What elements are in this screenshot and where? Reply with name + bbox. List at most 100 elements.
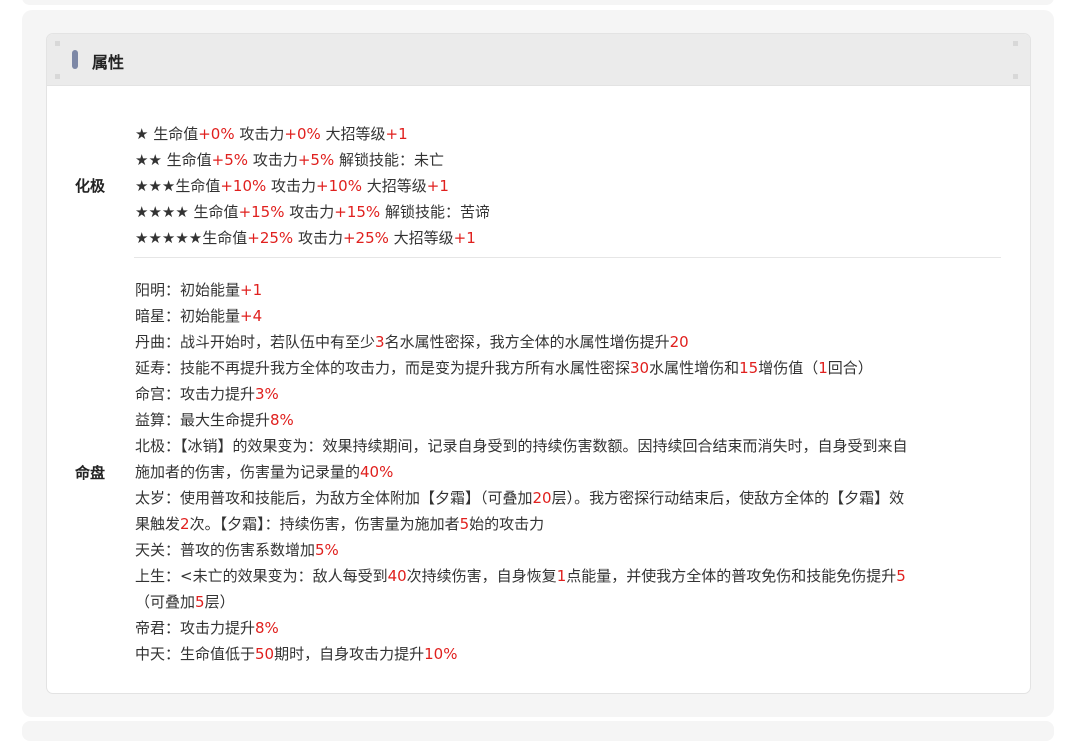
value-highlight: 8% xyxy=(255,619,279,637)
value-highlight: 5 xyxy=(195,593,205,611)
attribute-line: 帝君：攻击力提升8% xyxy=(135,615,908,641)
section-label: 化极 xyxy=(75,177,106,195)
text-segment: 大招等级 xyxy=(361,176,427,195)
value-highlight: +0% xyxy=(198,124,235,143)
text-segment: 益算：最大生命提升 xyxy=(135,411,271,429)
attribute-line: 果触发2次。【夕霜】：持续伤害，伤害量为施加者5始的攻击力 xyxy=(135,511,908,537)
value-highlight: 1 xyxy=(818,359,828,377)
value-highlight: +25% xyxy=(342,228,389,247)
text-segment: （可叠加 xyxy=(135,593,196,611)
value-highlight: 5 xyxy=(896,567,906,585)
text-segment: 期时，自身攻击力提升 xyxy=(274,645,425,663)
text-segment: ★★★生命值 xyxy=(135,176,221,195)
value-highlight: +5% xyxy=(211,150,249,169)
value-highlight: 2 xyxy=(180,515,190,533)
value-highlight: +10% xyxy=(220,176,267,195)
value-highlight: 40% xyxy=(360,463,394,481)
text-segment: 大招等级 xyxy=(320,124,386,143)
value-highlight: +25% xyxy=(247,228,294,247)
text-segment: 延寿：技能不再提升我方全体的攻击力，而是变为提升我方所有水属性密探 xyxy=(135,359,631,377)
value-highlight: +1 xyxy=(453,228,476,247)
previous-panel xyxy=(22,0,1054,5)
attribute-line: 施加者的伤害，伤害量为记录量的40% xyxy=(135,459,908,485)
text-segment: 帝君：攻击力提升 xyxy=(135,619,256,637)
text-segment: 次。【夕霜】：持续伤害，伤害量为施加者 xyxy=(189,515,460,533)
value-highlight: +15% xyxy=(334,202,381,221)
attribute-line: 太岁：使用普攻和技能后，为敌方全体附加【夕霜】（可叠加20层）。我方密探行动结束… xyxy=(135,485,908,511)
corner-dot xyxy=(55,74,60,79)
attribute-line: 延寿：技能不再提升我方全体的攻击力，而是变为提升我方所有水属性密探30水属性增伤… xyxy=(135,355,908,381)
text-segment: 点能量，并使我方全体的普攻免伤和技能免伤提升 xyxy=(566,567,897,585)
text-segment: 水属性增伤和 xyxy=(649,359,740,377)
value-highlight: +15% xyxy=(238,202,285,221)
value-highlight: 30 xyxy=(630,359,650,377)
attribute-line: 阳明：初始能量+1 xyxy=(135,277,908,303)
card-title: 属性 xyxy=(92,53,125,72)
card-header: 属性 xyxy=(47,34,1030,86)
section-label: 命盘 xyxy=(75,463,106,482)
value-highlight: 3 xyxy=(375,333,385,351)
attribute-line: 上生：<未亡的效果变为：敌人每受到40次持续伤害，自身恢复1点能量，并使我方全体… xyxy=(135,563,908,589)
text-segment: 始的攻击力 xyxy=(469,515,545,533)
text-segment: 回合） xyxy=(827,359,873,377)
corner-dot xyxy=(1013,41,1018,46)
text-segment: 太岁：使用普攻和技能后，为敌方全体附加【夕霜】（可叠加 xyxy=(135,489,533,507)
value-highlight: +4 xyxy=(240,307,263,325)
text-segment: ★★★★★生命值 xyxy=(135,228,248,247)
value-highlight: 50 xyxy=(255,645,275,663)
text-segment: 丹曲：战斗开始时，若队伍中有至少 xyxy=(135,333,376,351)
text-segment: 命宫：攻击力提升 xyxy=(135,385,256,403)
value-highlight: 8% xyxy=(270,411,294,429)
attribute-line: 丹曲：战斗开始时，若队伍中有至少3名水属性密探，我方全体的水属性增伤提升20 xyxy=(135,329,908,355)
text-segment: 中天：生命值低于 xyxy=(135,645,256,663)
corner-dot xyxy=(1013,74,1018,79)
text-segment: 天关：普攻的伤害系数增加 xyxy=(135,541,316,559)
text-segment: 攻击力 xyxy=(293,228,343,247)
value-highlight: 1 xyxy=(556,567,567,585)
value-highlight: +1 xyxy=(385,124,408,143)
text-segment: ★ 生命值 xyxy=(135,124,199,143)
text-segment: 解锁技能：未亡 xyxy=(334,150,444,169)
value-highlight: +10% xyxy=(316,176,362,195)
value-highlight: 20 xyxy=(669,333,689,351)
attribute-line: （可叠加5层） xyxy=(135,589,908,615)
text-segment: 暗星：初始能量 xyxy=(135,307,241,325)
section-mingpan: 命盘 阳明：初始能量+1 暗星：初始能量+4 丹曲：战斗开始时，若队伍中有至少3名水… xyxy=(47,276,1030,668)
text-segment: 层） xyxy=(204,593,235,611)
attribute-line: 天关：普攻的伤害系数增加5% xyxy=(135,537,908,563)
attributes-card: 属性 化极 ★ 生命值+0% 攻击力+0% 大招等级+1 ★★ 生命值+5% 攻击… xyxy=(46,33,1031,694)
text-segment: 层）。我方密探行动结束后，使敌方全体的【夕霜】效 xyxy=(551,489,905,507)
section-lines: ★ 生命值+0% 攻击力+0% 大招等级+1 ★★ 生命值+5% 攻击力+5% 解… xyxy=(135,121,490,251)
text-segment: 名水属性密探，我方全体的水属性增伤提升 xyxy=(384,333,670,351)
text-segment: 大招等级 xyxy=(388,228,454,247)
text-segment: 攻击力 xyxy=(248,150,298,169)
section-lines: 阳明：初始能量+1 暗星：初始能量+4 丹曲：战斗开始时，若队伍中有至少3名水属性密… xyxy=(135,277,908,667)
text-segment: 次持续伤害，自身恢复 xyxy=(406,567,557,585)
attribute-line: ★★ 生命值+5% 攻击力+5% 解锁技能：未亡 xyxy=(135,147,490,173)
text-segment: 北极：【冰销】的效果变为：效果持续期间，记录自身受到的持续伤害数额。因持续回合结… xyxy=(135,437,908,455)
text-segment: 攻击力 xyxy=(284,202,335,221)
text-segment: 阳明：初始能量 xyxy=(135,281,241,299)
value-highlight: 20 xyxy=(532,489,552,507)
text-segment: 攻击力 xyxy=(266,176,317,195)
value-highlight: 40 xyxy=(387,567,407,585)
attribute-line: 中天：生命值低于50期时，自身攻击力提升10% xyxy=(135,641,908,667)
value-highlight: 10% xyxy=(424,645,458,663)
attribute-line: ★★★★★生命值+25% 攻击力+25% 大招等级+1 xyxy=(135,225,490,251)
text-segment: 增伤值（ xyxy=(758,359,819,377)
title-accent-bar xyxy=(72,50,78,69)
attribute-line: 北极：【冰销】的效果变为：效果持续期间，记录自身受到的持续伤害数额。因持续回合结… xyxy=(135,433,908,459)
text-segment: ★★★★ 生命值 xyxy=(135,202,239,221)
text-segment: ★★ 生命值 xyxy=(135,150,212,169)
text-segment: 施加者的伤害，伤害量为记录量的 xyxy=(135,463,361,481)
value-highlight: +5% xyxy=(297,150,335,169)
value-highlight: 15 xyxy=(739,359,759,377)
attribute-line: 益算：最大生命提升8% xyxy=(135,407,908,433)
value-highlight: +1 xyxy=(240,281,263,299)
attribute-line: ★ 生命值+0% 攻击力+0% 大招等级+1 xyxy=(135,121,490,147)
text-segment: 果触发 xyxy=(135,515,181,533)
corner-dot xyxy=(55,41,60,46)
divider xyxy=(134,257,1001,258)
value-highlight: 5 xyxy=(459,515,470,533)
value-highlight: +0% xyxy=(284,124,321,143)
